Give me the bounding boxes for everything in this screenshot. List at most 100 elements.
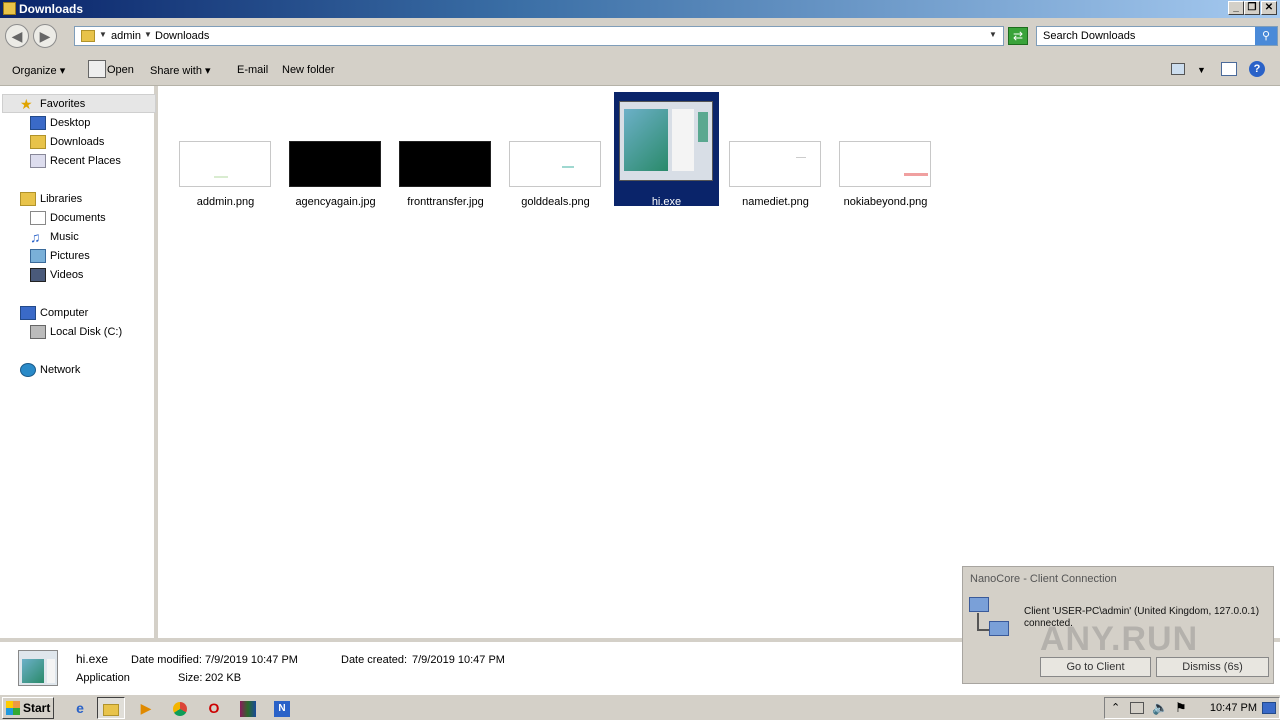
share-with-button[interactable]: Share with ▾ xyxy=(150,64,211,77)
change-view-icon[interactable] xyxy=(1171,63,1185,75)
forward-button[interactable]: ▶ xyxy=(33,24,57,48)
file-item[interactable]: addmin.png xyxy=(173,92,278,208)
windows-logo-icon xyxy=(6,701,20,715)
address-row: ◀ ▶ ▼ admin ▼ Downloads ▼ ⇄ Search Downl… xyxy=(0,18,1280,54)
nav-libraries[interactable]: Libraries xyxy=(20,191,156,209)
file-name: golddeals.png xyxy=(521,196,590,208)
back-button[interactable]: ◀ xyxy=(5,24,29,48)
details-created-value: 7/9/2019 10:47 PM xyxy=(412,654,505,666)
nav-item-music[interactable]: ♫ Music xyxy=(30,229,150,247)
help-icon[interactable]: ? xyxy=(1249,61,1265,77)
refresh-button[interactable]: ⇄ xyxy=(1008,27,1028,45)
nav-item-label: Music xyxy=(50,231,79,243)
network-status-icon[interactable] xyxy=(1130,702,1144,714)
file-thumbnail xyxy=(509,141,601,187)
documents-icon xyxy=(30,211,46,225)
application-icon xyxy=(18,650,58,686)
system-tray: ⌃ 🔈 ⚑ 10:47 PM xyxy=(1104,697,1280,719)
desktop-icon xyxy=(30,116,46,130)
address-history-dropdown[interactable]: ▼ xyxy=(989,30,997,39)
close-button[interactable]: ✕ xyxy=(1261,1,1277,15)
nav-item-desktop[interactable]: Desktop xyxy=(30,115,150,133)
details-size-value: 202 KB xyxy=(205,672,242,684)
libraries-icon xyxy=(20,192,36,206)
search-icon[interactable]: ⚲ xyxy=(1255,27,1277,45)
organize-button[interactable]: Organize ▾ xyxy=(12,64,65,77)
clock[interactable]: 10:47 PM xyxy=(1210,702,1257,714)
downloads-folder-icon xyxy=(30,135,46,149)
videos-icon xyxy=(30,268,46,282)
window-title: Downloads xyxy=(19,2,84,16)
title-bar: Downloads _ ❐ ✕ xyxy=(0,0,1280,18)
restore-button[interactable]: ❐ xyxy=(1244,1,1260,15)
dismiss-button[interactable]: Dismiss (6s) xyxy=(1156,657,1269,677)
winrar-icon[interactable] xyxy=(234,697,262,719)
nav-network[interactable]: Network xyxy=(20,362,156,380)
address-bar[interactable]: ▼ admin ▼ Downloads ▼ xyxy=(74,26,1004,46)
details-file-name: hi.exe xyxy=(76,652,109,666)
chevron-down-icon[interactable]: ▼ xyxy=(99,30,107,39)
file-list[interactable]: addmin.png agencyagain.jpg fronttransfer… xyxy=(162,86,1280,638)
internet-explorer-icon[interactable]: e xyxy=(66,697,94,719)
nav-favorites[interactable]: ★ Favorites xyxy=(20,96,156,114)
share-with-label: Share with xyxy=(150,65,202,77)
minimize-button[interactable]: _ xyxy=(1228,1,1244,15)
file-name: fronttransfer.jpg xyxy=(407,196,484,208)
nav-libraries-label: Libraries xyxy=(40,193,83,205)
notification-title: NanoCore - Client Connection xyxy=(970,573,1117,585)
nav-item-label: Documents xyxy=(50,212,106,224)
nav-computer[interactable]: Computer xyxy=(20,305,156,323)
chrome-icon[interactable] xyxy=(166,697,194,719)
file-item[interactable]: fronttransfer.jpg xyxy=(393,92,498,208)
file-name: hi.exe xyxy=(651,196,682,208)
action-center-flag-icon[interactable]: ⚑ xyxy=(1175,700,1187,716)
organize-label: Organize xyxy=(12,65,57,77)
go-to-client-button[interactable]: Go to Client xyxy=(1040,657,1151,677)
star-icon: ★ xyxy=(20,96,33,112)
breadcrumb-admin[interactable]: admin xyxy=(111,30,141,42)
file-thumbnail xyxy=(289,141,381,187)
show-hidden-icons-icon[interactable]: ⌃ xyxy=(1111,701,1120,714)
file-thumbnail xyxy=(399,141,491,187)
chevron-down-icon[interactable]: ▼ xyxy=(144,30,152,39)
explorer-taskbar-button[interactable] xyxy=(97,697,125,719)
details-created-label: Date created: xyxy=(341,654,408,666)
breadcrumb-downloads[interactable]: Downloads xyxy=(155,30,209,42)
opera-icon[interactable]: O xyxy=(200,697,228,719)
file-item-selected[interactable]: hi.exe xyxy=(614,92,719,208)
start-label: Start xyxy=(23,701,51,715)
navigation-pane: ★ Favorites Desktop Downloads Recent Pla… xyxy=(0,86,158,638)
nav-item-downloads[interactable]: Downloads xyxy=(30,134,150,152)
new-folder-button[interactable]: New folder xyxy=(282,64,335,76)
details-size-label: Size: xyxy=(178,672,203,684)
preview-pane-icon[interactable] xyxy=(1221,62,1237,76)
volume-icon[interactable]: 🔈 xyxy=(1152,700,1168,716)
file-item[interactable]: namediet.png xyxy=(723,92,828,208)
view-options-dropdown[interactable]: ▼ xyxy=(1197,65,1206,75)
email-button[interactable]: E-mail xyxy=(237,64,268,76)
details-modified-label: Date modified: xyxy=(131,654,202,666)
nav-item-label: Videos xyxy=(50,269,84,281)
nav-item-pictures[interactable]: Pictures xyxy=(30,248,150,266)
pictures-icon xyxy=(30,249,46,263)
folder-icon xyxy=(103,704,119,717)
recent-places-icon xyxy=(30,154,46,168)
file-item[interactable]: golddeals.png xyxy=(503,92,608,208)
nav-item-local-disk[interactable]: Local Disk (C:) xyxy=(30,324,150,342)
nav-item-videos[interactable]: Videos xyxy=(30,267,150,285)
file-thumbnail xyxy=(729,141,821,187)
file-name: nokiabeyond.png xyxy=(843,196,928,208)
nanocore-taskbar-icon[interactable]: N xyxy=(268,697,296,719)
file-item[interactable]: nokiabeyond.png xyxy=(833,92,938,208)
start-button[interactable]: Start xyxy=(2,697,54,719)
show-desktop-icon[interactable] xyxy=(1262,702,1276,714)
search-input[interactable]: Search Downloads ⚲ xyxy=(1036,26,1278,46)
nav-item-documents[interactable]: Documents xyxy=(30,210,150,228)
open-button[interactable]: Open xyxy=(107,64,134,76)
file-item[interactable]: agencyagain.jpg xyxy=(283,92,388,208)
folder-icon xyxy=(3,2,16,15)
media-player-icon[interactable]: ▶ xyxy=(132,697,160,719)
nav-item-recent-places[interactable]: Recent Places xyxy=(30,153,150,171)
file-name: namediet.png xyxy=(742,196,809,208)
details-modified-value: 7/9/2019 10:47 PM xyxy=(205,654,298,666)
